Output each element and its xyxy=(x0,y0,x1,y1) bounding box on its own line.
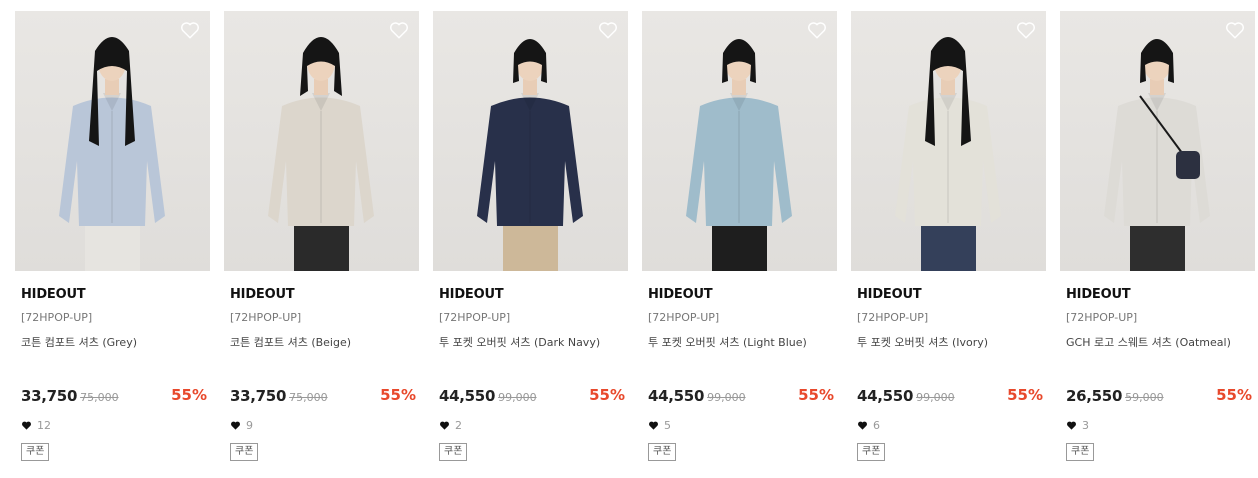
promo-tag: [72HPOP-UP] xyxy=(857,311,929,324)
like-count-value: 12 xyxy=(37,419,51,432)
like-count-value: 3 xyxy=(1082,419,1089,432)
discount-rate: 55% xyxy=(589,386,625,404)
heart-filled-icon xyxy=(1067,421,1076,430)
promo-tag: [72HPOP-UP] xyxy=(439,311,511,324)
promo-tag: [72HPOP-UP] xyxy=(648,311,720,324)
heart-outline-icon[interactable] xyxy=(179,19,201,41)
product-name[interactable]: 코튼 컴포트 셔츠 (Beige) xyxy=(230,334,351,350)
like-count: 3 xyxy=(1066,419,1089,432)
heart-filled-icon xyxy=(22,421,31,430)
price-row: 44,550 99,000 55% xyxy=(648,386,834,406)
price-row: 26,550 59,000 55% xyxy=(1066,386,1252,406)
promo-tag: [72HPOP-UP] xyxy=(1066,311,1138,324)
brand-name[interactable]: HIDEOUT xyxy=(439,287,504,302)
discount-rate: 55% xyxy=(1216,386,1252,404)
like-count-value: 2 xyxy=(455,419,462,432)
product-card[interactable]: HIDEOUT [72HPOP-UP] 투 포켓 오버핏 셔츠 (Ivory) … xyxy=(851,11,1046,461)
promo-tag: [72HPOP-UP] xyxy=(230,311,302,324)
coupon-badge: 쿠폰 xyxy=(230,443,259,461)
sale-price: 44,550 xyxy=(857,387,914,405)
promo-tag: [72HPOP-UP] xyxy=(21,311,93,324)
sale-price: 44,550 xyxy=(439,387,496,405)
brand-name[interactable]: HIDEOUT xyxy=(21,287,86,302)
discount-rate: 55% xyxy=(380,386,416,404)
sale-price: 33,750 xyxy=(230,387,287,405)
product-name[interactable]: 코튼 컴포트 셔츠 (Grey) xyxy=(21,334,137,350)
product-image[interactable] xyxy=(224,11,419,271)
price-row: 33,750 75,000 55% xyxy=(230,386,416,406)
original-price: 75,000 xyxy=(80,391,119,404)
coupon-badge: 쿠폰 xyxy=(1066,443,1095,461)
heart-filled-icon xyxy=(440,421,449,430)
original-price: 99,000 xyxy=(707,391,746,404)
coupon-badge: 쿠폰 xyxy=(648,443,677,461)
brand-name[interactable]: HIDEOUT xyxy=(857,287,922,302)
heart-outline-icon[interactable] xyxy=(1015,19,1037,41)
coupon-badge: 쿠폰 xyxy=(857,443,886,461)
heart-filled-icon xyxy=(858,421,867,430)
brand-name[interactable]: HIDEOUT xyxy=(230,287,295,302)
heart-outline-icon[interactable] xyxy=(1224,19,1246,41)
like-count: 5 xyxy=(648,419,671,432)
price-row: 44,550 99,000 55% xyxy=(857,386,1043,406)
product-image[interactable] xyxy=(1060,11,1255,271)
product-card[interactable]: HIDEOUT [72HPOP-UP] 투 포켓 오버핏 셔츠 (Dark Na… xyxy=(433,11,628,461)
sale-price: 33,750 xyxy=(21,387,78,405)
like-count-value: 6 xyxy=(873,419,880,432)
product-card[interactable]: HIDEOUT [72HPOP-UP] GCH 로고 스웨트 셔츠 (Oatme… xyxy=(1060,11,1255,461)
product-image[interactable] xyxy=(433,11,628,271)
price-row: 33,750 75,000 55% xyxy=(21,386,207,406)
like-count: 2 xyxy=(439,419,462,432)
heart-outline-icon[interactable] xyxy=(806,19,828,41)
discount-rate: 55% xyxy=(171,386,207,404)
product-name[interactable]: 투 포켓 오버핏 셔츠 (Dark Navy) xyxy=(439,334,600,350)
discount-rate: 55% xyxy=(1007,386,1043,404)
coupon-badge: 쿠폰 xyxy=(439,443,468,461)
like-count: 12 xyxy=(21,419,51,432)
original-price: 99,000 xyxy=(498,391,537,404)
sale-price: 26,550 xyxy=(1066,387,1123,405)
heart-outline-icon[interactable] xyxy=(388,19,410,41)
product-card[interactable]: HIDEOUT [72HPOP-UP] 코튼 컴포트 셔츠 (Beige) 33… xyxy=(224,11,419,461)
product-name[interactable]: 투 포켓 오버핏 셔츠 (Ivory) xyxy=(857,334,988,350)
discount-rate: 55% xyxy=(798,386,834,404)
like-count: 9 xyxy=(230,419,253,432)
product-card[interactable]: HIDEOUT [72HPOP-UP] 투 포켓 오버핏 셔츠 (Light B… xyxy=(642,11,837,461)
like-count: 6 xyxy=(857,419,880,432)
original-price: 99,000 xyxy=(916,391,955,404)
product-image[interactable] xyxy=(15,11,210,271)
product-grid: HIDEOUT [72HPOP-UP] 코튼 컴포트 셔츠 (Grey) 33,… xyxy=(0,0,1258,478)
heart-filled-icon xyxy=(231,421,240,430)
product-image[interactable] xyxy=(642,11,837,271)
heart-outline-icon[interactable] xyxy=(597,19,619,41)
brand-name[interactable]: HIDEOUT xyxy=(1066,287,1131,302)
original-price: 75,000 xyxy=(289,391,328,404)
like-count-value: 5 xyxy=(664,419,671,432)
original-price: 59,000 xyxy=(1125,391,1164,404)
sale-price: 44,550 xyxy=(648,387,705,405)
product-card[interactable]: HIDEOUT [72HPOP-UP] 코튼 컴포트 셔츠 (Grey) 33,… xyxy=(15,11,210,461)
price-row: 44,550 99,000 55% xyxy=(439,386,625,406)
heart-filled-icon xyxy=(649,421,658,430)
like-count-value: 9 xyxy=(246,419,253,432)
brand-name[interactable]: HIDEOUT xyxy=(648,287,713,302)
coupon-badge: 쿠폰 xyxy=(21,443,50,461)
product-name[interactable]: 투 포켓 오버핏 셔츠 (Light Blue) xyxy=(648,334,807,350)
product-name[interactable]: GCH 로고 스웨트 셔츠 (Oatmeal) xyxy=(1066,334,1231,350)
product-image[interactable] xyxy=(851,11,1046,271)
